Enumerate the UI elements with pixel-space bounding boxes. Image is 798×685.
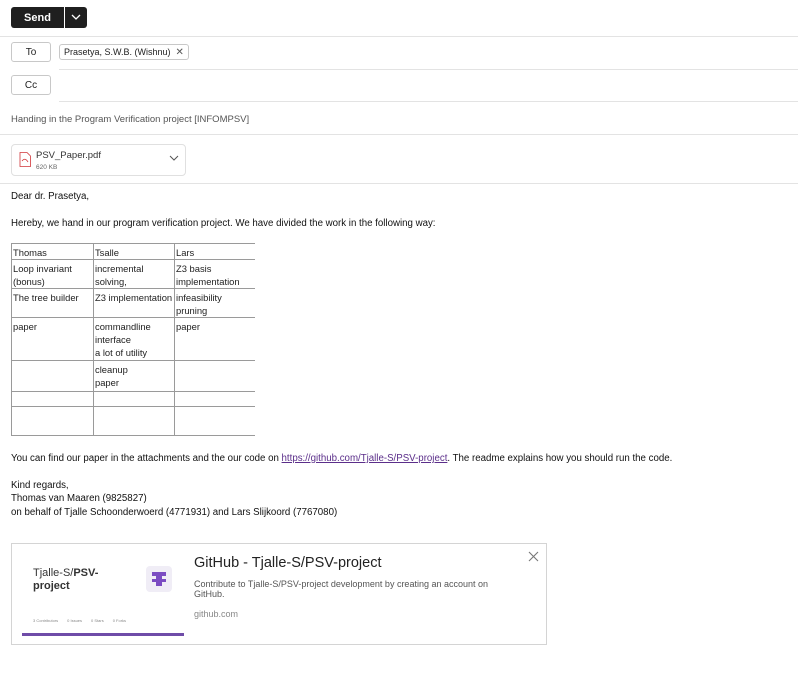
repo-link[interactable]: https://github.com/Tjalle-S/PSV-project bbox=[282, 453, 448, 464]
closing: Kind regards, bbox=[11, 480, 69, 491]
pdf-file-icon bbox=[19, 152, 31, 167]
table-cell bbox=[11, 391, 94, 407]
attachment-card[interactable]: PSV_Paper.pdf 620 KB bbox=[11, 144, 186, 176]
divider bbox=[0, 134, 798, 135]
table-row bbox=[11, 406, 255, 436]
table-cell: The tree builder bbox=[11, 288, 94, 318]
greeting: Dear dr. Prasetya, bbox=[11, 191, 90, 202]
table-header: Thomas bbox=[11, 243, 94, 260]
table-cell bbox=[174, 406, 255, 436]
link-preview-description: Contribute to Tjalle-S/PSV-project devel… bbox=[194, 579, 489, 599]
paper-text-before: You can find our paper in the attachment… bbox=[11, 453, 282, 464]
intro-paragraph: Hereby, we hand in our program verificat… bbox=[11, 218, 436, 229]
thumb-repo: PSV- bbox=[73, 567, 99, 579]
chevron-down-icon[interactable] bbox=[169, 155, 179, 162]
table-cell bbox=[174, 360, 255, 392]
thumb-accent-bar bbox=[22, 633, 184, 636]
thumb-stat: 0 Forks bbox=[112, 618, 127, 623]
link-preview-title[interactable]: GitHub - Tjalle-S/PSV-project bbox=[194, 555, 382, 571]
to-button[interactable]: To bbox=[11, 42, 51, 62]
cc-button[interactable]: Cc bbox=[11, 75, 51, 95]
table-cell: Loop invariant (bonus) bbox=[11, 259, 94, 289]
recipient-chip[interactable]: Prasetya, S.W.B. (Wishnu) ✕ bbox=[59, 44, 189, 60]
behalf-line: on behalf of Tjalle Schoonderwoerd (4771… bbox=[11, 507, 338, 518]
divider bbox=[0, 36, 798, 37]
table-cell bbox=[11, 360, 94, 392]
paper-text-after: . The readme explains how you should run… bbox=[447, 453, 673, 464]
thumb-stat: 0 Stars bbox=[91, 618, 104, 623]
table-row: Loop invariant (bonus) incremental solvi… bbox=[11, 259, 255, 289]
table-cell bbox=[93, 406, 175, 436]
recipient-name: Prasetya, S.W.B. (Wishnu) bbox=[64, 47, 171, 57]
thumb-title: Tjalle-S/PSV- project bbox=[33, 567, 98, 593]
table-header: Tsalle bbox=[93, 243, 175, 260]
to-underline bbox=[59, 69, 798, 70]
table-cell: infeasibility pruning bbox=[174, 288, 255, 318]
table-row: Thomas Tsalle Lars bbox=[11, 243, 255, 260]
table-cell-line: commandline interface bbox=[95, 321, 151, 345]
attachment-size: 620 KB bbox=[36, 164, 58, 171]
table-cell: incremental solving, bbox=[93, 259, 175, 289]
work-division-table: Thomas Tsalle Lars Loop invariant (bonus… bbox=[11, 243, 255, 436]
table-cell bbox=[11, 406, 94, 436]
link-preview-thumbnail: Tjalle-S/PSV- project 3 Contributors 0 I… bbox=[22, 556, 184, 636]
github-logo-icon bbox=[146, 566, 172, 592]
link-preview-domain: github.com bbox=[194, 609, 239, 619]
signature: Thomas van Maaren (9825827) bbox=[11, 493, 147, 504]
subject-field[interactable]: Handing in the Program Verification proj… bbox=[11, 114, 249, 125]
table-cell: Z3 implementation bbox=[93, 288, 175, 318]
send-button-group: Send bbox=[11, 7, 87, 28]
table-cell-line: cleanup bbox=[95, 364, 128, 375]
divider bbox=[0, 183, 798, 184]
table-row: paper commandline interface a lot of uti… bbox=[11, 317, 255, 361]
chevron-down-icon bbox=[71, 14, 81, 20]
cc-input-underline[interactable] bbox=[59, 101, 798, 102]
thumb-repo: project bbox=[33, 580, 70, 592]
table-header: Lars bbox=[174, 243, 255, 260]
table-cell-line: a lot of utility bbox=[95, 347, 148, 358]
table-cell: cleanup paper bbox=[93, 360, 175, 392]
close-icon[interactable] bbox=[528, 551, 539, 562]
table-cell: paper bbox=[174, 317, 255, 361]
attachment-name: PSV_Paper.pdf bbox=[36, 150, 101, 161]
table-row: cleanup paper bbox=[11, 360, 255, 392]
send-options-button[interactable] bbox=[65, 7, 87, 28]
table-cell: paper bbox=[11, 317, 94, 361]
table-cell-line: paper bbox=[95, 377, 119, 388]
table-row: The tree builder Z3 implementation infea… bbox=[11, 288, 255, 318]
close-icon[interactable]: ✕ bbox=[176, 47, 184, 58]
thumb-owner: Tjalle-S/ bbox=[33, 567, 74, 579]
link-preview-card[interactable]: Tjalle-S/PSV- project 3 Contributors 0 I… bbox=[11, 543, 547, 645]
table-cell: commandline interface a lot of utility bbox=[93, 317, 175, 361]
table-row bbox=[11, 391, 255, 407]
table-cell: Z3 basis implementation bbox=[174, 259, 255, 289]
thumb-stat: 3 Contributors bbox=[33, 618, 59, 623]
thumb-stat: 0 Issues bbox=[67, 618, 83, 623]
thumb-stats: 3 Contributors 0 Issues 0 Stars 0 Forks bbox=[33, 618, 126, 623]
table-cell bbox=[174, 391, 255, 407]
table-cell bbox=[93, 391, 175, 407]
send-button[interactable]: Send bbox=[11, 7, 64, 28]
paper-paragraph: You can find our paper in the attachment… bbox=[11, 453, 672, 464]
